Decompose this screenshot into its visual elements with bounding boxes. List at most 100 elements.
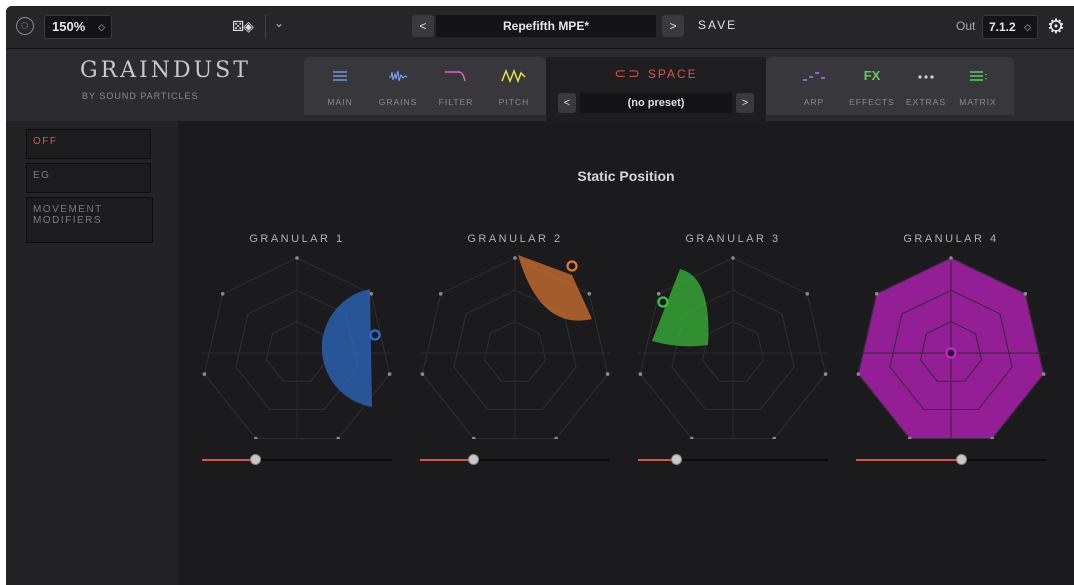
sidebar-item-label: EG <box>33 170 51 181</box>
settings-gear-icon[interactable]: ⚙ <box>1047 14 1065 39</box>
source-area-sector[interactable] <box>652 269 709 347</box>
granular-4-space-display[interactable] <box>856 249 1046 439</box>
zoom-value: 150% <box>52 19 86 34</box>
tab-arp[interactable]: ARP <box>788 57 840 115</box>
granular-3-space-display[interactable] <box>638 249 828 439</box>
tab-space[interactable]: ⊂⊃ SPACE < (no preset) > <box>546 57 766 121</box>
divider <box>265 15 266 39</box>
slider-fill <box>856 459 961 461</box>
tab-effects[interactable]: FX EFFECTS <box>846 57 898 115</box>
speaker-dot <box>856 372 861 376</box>
out-label: Out <box>956 19 976 33</box>
tab-extras[interactable]: EXTRAS <box>900 57 952 115</box>
speaker-dot <box>823 372 828 376</box>
section-title: Static Position <box>577 168 675 184</box>
tab-label: MAIN <box>327 97 353 107</box>
tab-main[interactable]: MAIN <box>314 57 366 115</box>
top-bar: 150% ◇ ⚄◈ ⌄ < Repefifth MPE* > SAVE Out … <box>6 6 1074 49</box>
source-area-sector[interactable] <box>518 255 592 321</box>
slider-knob[interactable] <box>671 454 682 465</box>
slider-knob[interactable] <box>250 454 262 465</box>
preset-next-button[interactable]: > <box>662 15 684 37</box>
matrix-lines-icon <box>970 71 987 81</box>
granular-2-slider[interactable] <box>420 454 610 466</box>
pitch-wave-icon <box>501 68 526 84</box>
speaker-dot <box>1041 372 1046 376</box>
slider-knob[interactable] <box>955 454 967 465</box>
tab-label: PITCH <box>498 97 530 107</box>
position-handle[interactable] <box>657 296 669 308</box>
chevron-down-icon[interactable]: ⌄ <box>274 16 284 30</box>
speaker-dot <box>949 256 953 260</box>
granular-1-space-display[interactable] <box>202 249 392 439</box>
space-title: ⊂⊃ SPACE <box>546 65 766 82</box>
mode-eg-button[interactable]: EG <box>26 163 151 193</box>
speaker-dot <box>220 292 225 296</box>
speaker-dot <box>638 372 643 376</box>
brand-subtitle: BY SOUND PARTICLES <box>82 91 199 101</box>
speaker-dot <box>605 372 610 376</box>
mode-movement-modifiers-button[interactable]: MOVEMENT MODIFIERS <box>26 197 153 243</box>
position-handle[interactable] <box>566 260 578 272</box>
tab-grains[interactable]: GRAINS <box>372 57 424 115</box>
space-preset-name[interactable]: (no preset) <box>580 93 732 113</box>
mode-off-button[interactable]: OFF <box>26 129 151 159</box>
output-format-value: 7.1.2 <box>989 20 1016 34</box>
source-area-sector[interactable] <box>321 289 372 407</box>
tab-label: FILTER <box>438 97 474 107</box>
midi-icon[interactable] <box>16 17 34 35</box>
stepper-icon: ◇ <box>98 22 105 32</box>
extras-dots-icon <box>918 75 934 79</box>
grains-waveform-icon <box>389 70 408 82</box>
preset-prev-button[interactable]: < <box>412 15 434 37</box>
speaker-dot <box>513 256 517 260</box>
space-orbit-icon: ⊂⊃ <box>614 65 642 81</box>
tab-label: EFFECTS <box>849 97 895 107</box>
tab-label: ARP <box>803 97 825 107</box>
brand-logo: GRAINDUST <box>80 58 251 83</box>
sidebar-item-label: OFF <box>33 136 58 147</box>
output-format-select[interactable]: 7.1.2 ◇ <box>982 15 1038 39</box>
sidebar: OFF EG MOVEMENT MODIFIERS <box>6 121 178 585</box>
zoom-select[interactable]: 150% ◇ <box>44 15 112 39</box>
arp-steps-icon <box>803 72 825 81</box>
tab-filter[interactable]: FILTER <box>430 57 482 115</box>
slider-knob[interactable] <box>468 454 480 465</box>
tab-label: EXTRAS <box>905 97 946 107</box>
filter-curve-icon <box>445 71 466 82</box>
main-panel: Static Position GRANULAR 1 GRANULAR 2 GRAN… <box>178 121 1074 585</box>
granular-2-space-display[interactable] <box>420 249 610 439</box>
tab-pitch[interactable]: PITCH <box>488 57 540 115</box>
tab-group-left: MAIN GRAINS FILTER PITCH <box>304 57 546 115</box>
slider-fill <box>202 459 256 461</box>
speaker-dot <box>805 292 810 296</box>
tab-matrix[interactable]: MATRIX <box>952 57 1004 115</box>
space-preset-prev-button[interactable]: < <box>558 93 576 113</box>
preset-name[interactable]: Repefifth MPE* <box>436 15 656 37</box>
speaker-dot <box>387 372 392 376</box>
tab-group-right: ARP FX EFFECTS EXTRAS MATRIX <box>766 57 1014 115</box>
slider-fill <box>420 459 474 461</box>
granular-label: GRANULAR 2 <box>467 233 563 245</box>
speaker-dot <box>1023 292 1028 296</box>
granular-label: GRANULAR 1 <box>249 233 345 245</box>
granular-label: GRANULAR 3 <box>685 233 781 245</box>
granular-1-slider[interactable] <box>202 454 392 466</box>
speaker-dot <box>731 256 735 260</box>
randomize-dice-icon[interactable]: ⚄◈ <box>232 18 254 35</box>
speaker-dot <box>874 292 879 296</box>
position-handle[interactable] <box>945 347 957 359</box>
speaker-dot <box>202 372 207 376</box>
position-handle[interactable] <box>369 329 381 341</box>
space-preset-next-button[interactable]: > <box>736 93 754 113</box>
save-button[interactable]: SAVE <box>698 18 737 32</box>
tab-label: GRAINS <box>378 97 418 107</box>
fx-text-icon: FX <box>863 68 881 83</box>
stepper-icon: ◇ <box>1024 22 1031 32</box>
granular-4-slider[interactable] <box>856 454 1046 466</box>
main-lines-icon <box>333 71 347 81</box>
granular-3-slider[interactable] <box>638 454 828 466</box>
speaker-dot <box>656 292 661 296</box>
speaker-dot <box>587 292 592 296</box>
sidebar-item-label: MOVEMENT MODIFIERS <box>33 204 103 226</box>
